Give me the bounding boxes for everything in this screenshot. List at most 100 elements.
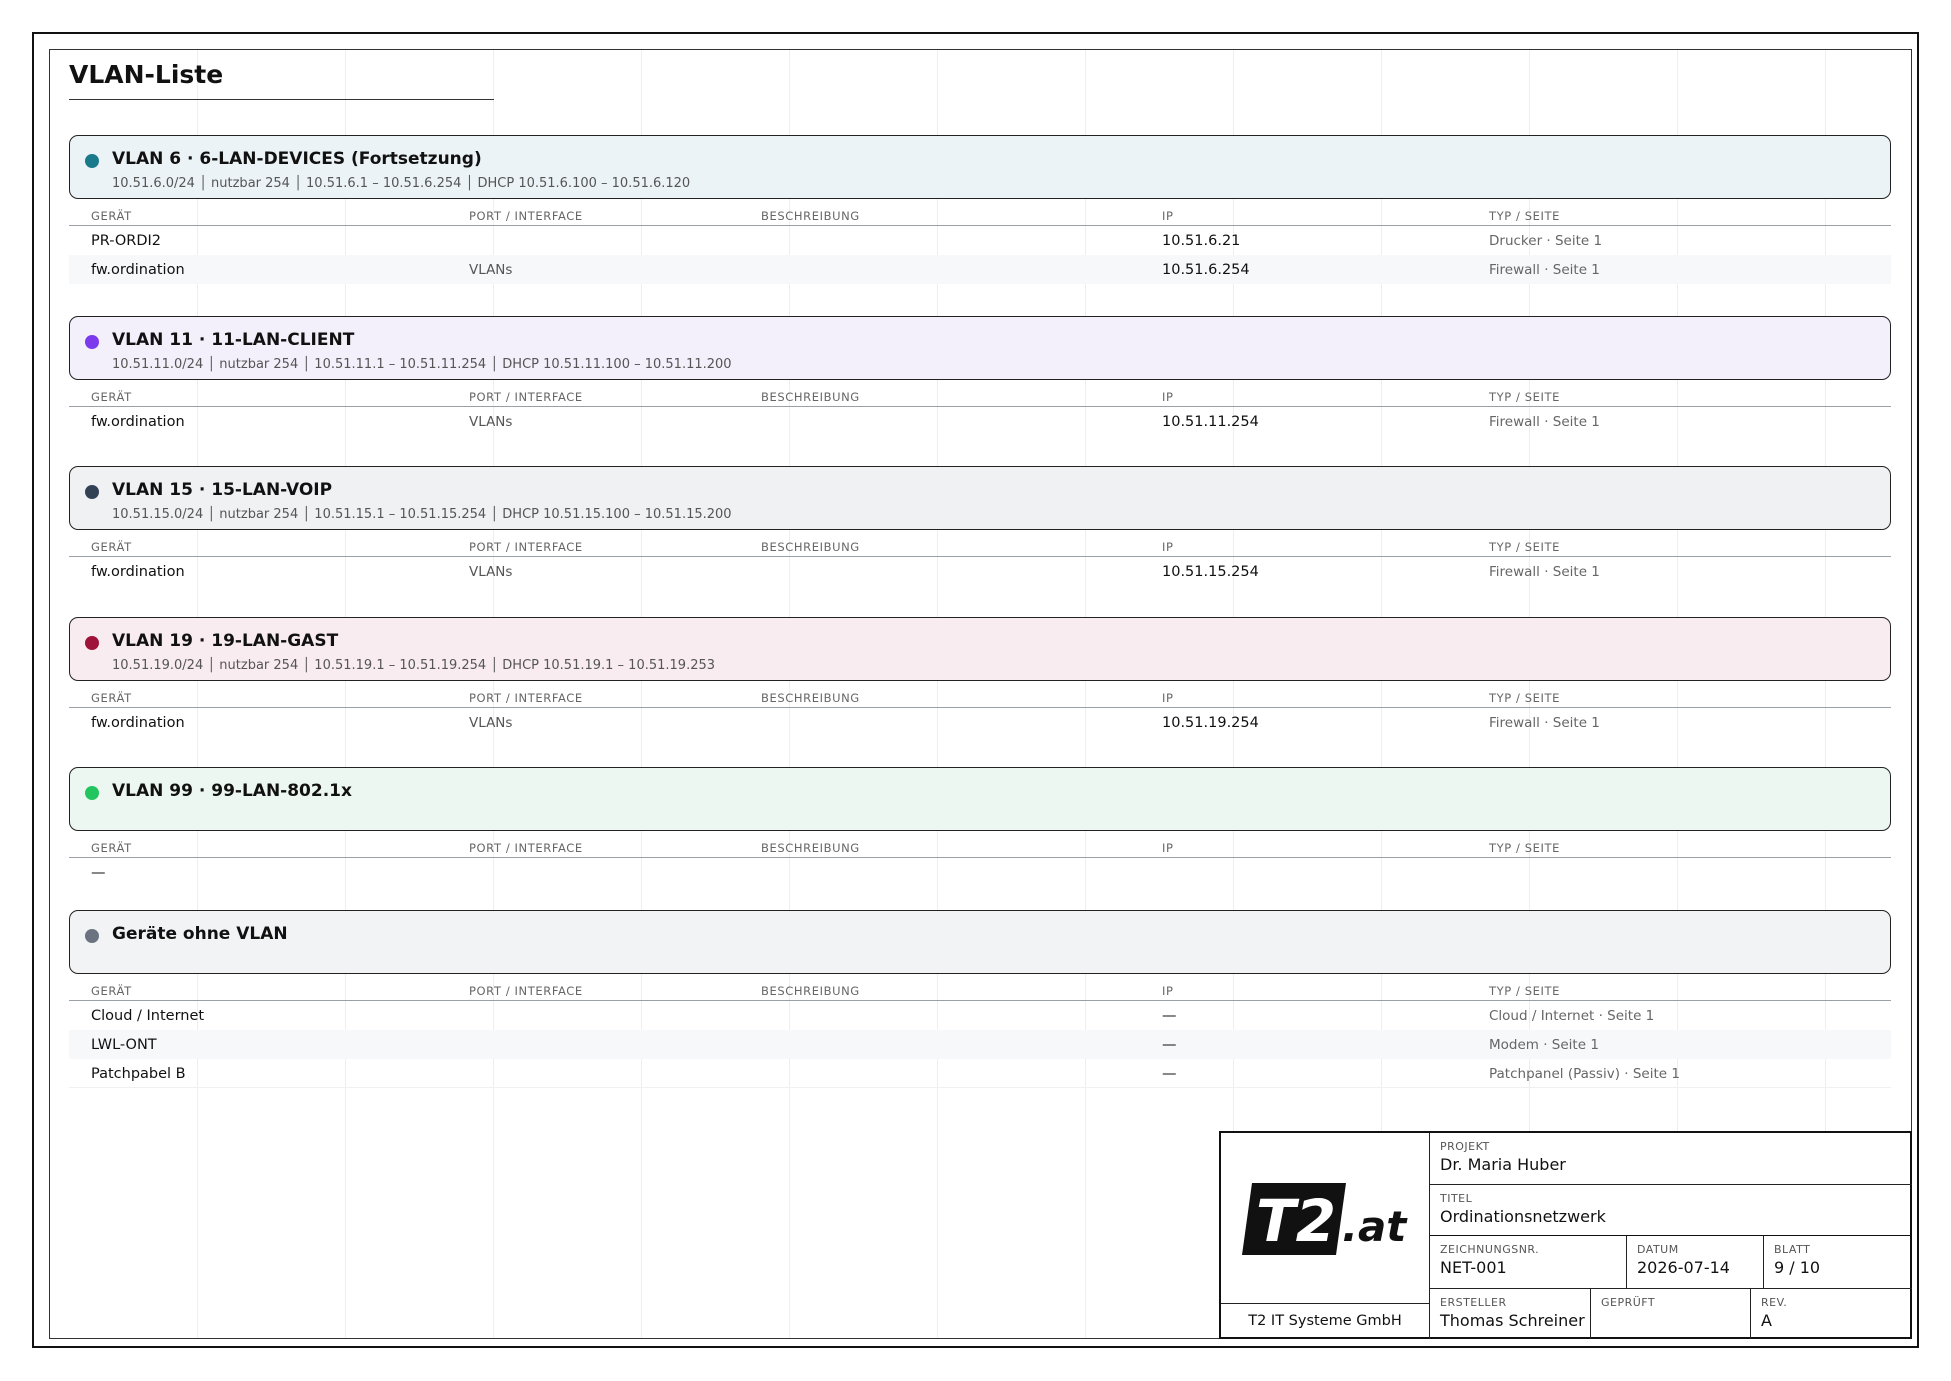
- cell-device: Cloud / Internet: [91, 1008, 205, 1024]
- cell-port: VLANs: [469, 262, 513, 278]
- t2-logo: T2 .at: [1242, 1183, 1408, 1255]
- cell-ip: —: [1162, 1008, 1177, 1024]
- table-row: Cloud / Internet — Cloud / Internet · Seit…: [69, 1001, 1891, 1030]
- column-header: BESCHREIBUNG: [761, 841, 860, 855]
- rev-cell: REV. A: [1751, 1289, 1912, 1339]
- vlan-section: VLAN 15 · 15-LAN-VOIP 10.51.15.0/24 │ nut…: [69, 466, 1891, 586]
- column-header: TYP / SEITE: [1489, 209, 1561, 223]
- title-block: T2 .at T2 IT Systeme GmbH PROJEKT Dr. Ma…: [1219, 1131, 1912, 1339]
- vlan-section: VLAN 99 · 99-LAN-802.1x GERÄT PORT / INTER…: [69, 767, 1891, 887]
- vlan-header-box: VLAN 99 · 99-LAN-802.1x: [69, 767, 1891, 831]
- column-header: TYP / SEITE: [1489, 390, 1561, 404]
- cell-ip: 10.51.6.21: [1162, 233, 1241, 249]
- zeichnungsnr-cell: ZEICHNUNGSNR. NET-001: [1430, 1236, 1627, 1289]
- table-row: fw.ordination VLANs 10.51.15.254 Firewall ·…: [69, 557, 1891, 586]
- vlan-color-dot-icon: [85, 335, 99, 349]
- cell-port: VLANs: [469, 414, 513, 430]
- cell-ip: 10.51.15.254: [1162, 564, 1259, 580]
- zeichnungsnr-label: ZEICHNUNGSNR.: [1440, 1243, 1540, 1256]
- vlan-header-box: VLAN 19 · 19-LAN-GAST 10.51.19.0/24 │ nut…: [69, 617, 1891, 681]
- column-header: GERÄT: [91, 540, 132, 554]
- title-underline: [69, 99, 494, 100]
- cell-ip: 10.51.19.254: [1162, 715, 1259, 731]
- table-header: GERÄT PORT / INTERFACE BESCHREIBUNG IP TYP /…: [69, 530, 1891, 557]
- vlan-subnet-info: 10.51.11.0/24 │ nutzbar 254 │ 10.51.11.1…: [112, 357, 732, 372]
- cell-type: Cloud / Internet · Seite 1: [1489, 1008, 1655, 1024]
- empty-marker: —: [91, 865, 106, 881]
- table-row: PR-ORDI2 10.51.6.21 Drucker · Seite 1: [69, 226, 1891, 255]
- cell-type: Drucker · Seite 1: [1489, 233, 1603, 249]
- column-header: GERÄT: [91, 984, 132, 998]
- cell-port: VLANs: [469, 715, 513, 731]
- cell-device: Patchpabel B: [91, 1066, 186, 1082]
- titel-label: TITEL: [1440, 1192, 1473, 1205]
- rev-label: REV.: [1761, 1296, 1788, 1309]
- column-header: BESCHREIBUNG: [761, 390, 860, 404]
- zeichnungsnr-value: NET-001: [1440, 1258, 1507, 1277]
- ersteller-cell: ERSTELLER Thomas Schreiner: [1430, 1289, 1591, 1339]
- vlan-section: VLAN 6 · 6-LAN-DEVICES (Fortsetzung) 10.5…: [69, 135, 1891, 284]
- table-header: GERÄT PORT / INTERFACE BESCHREIBUNG IP TYP /…: [69, 380, 1891, 407]
- column-header: PORT / INTERFACE: [469, 691, 583, 705]
- blatt-cell: BLATT 9 / 10: [1764, 1236, 1912, 1289]
- cell-type: Modem · Seite 1: [1489, 1037, 1599, 1053]
- vlan-color-dot-icon: [85, 636, 99, 650]
- cell-ip: —: [1162, 1037, 1177, 1053]
- column-header: PORT / INTERFACE: [469, 209, 583, 223]
- vlan-subnet-info: 10.51.15.0/24 │ nutzbar 254 │ 10.51.15.1…: [112, 507, 732, 522]
- vlan-title: VLAN 15 · 15-LAN-VOIP: [112, 480, 333, 500]
- table-header: GERÄT PORT / INTERFACE BESCHREIBUNG IP TYP /…: [69, 831, 1891, 858]
- column-header: IP: [1162, 390, 1174, 404]
- table-header: GERÄT PORT / INTERFACE BESCHREIBUNG IP TYP /…: [69, 974, 1891, 1001]
- vlan-title: Geräte ohne VLAN: [112, 924, 288, 944]
- cell-device: fw.ordination: [91, 564, 185, 580]
- cell-type: Patchpanel (Passiv) · Seite 1: [1489, 1066, 1680, 1082]
- table-row: LWL-ONT — Modem · Seite 1: [69, 1030, 1891, 1059]
- page-title: VLAN-Liste: [69, 60, 224, 89]
- column-header: IP: [1162, 540, 1174, 554]
- column-header: PORT / INTERFACE: [469, 390, 583, 404]
- vlan-title: VLAN 11 · 11-LAN-CLIENT: [112, 330, 355, 350]
- ersteller-value: Thomas Schreiner: [1440, 1311, 1585, 1330]
- vlan-color-dot-icon: [85, 929, 99, 943]
- cell-port: VLANs: [469, 564, 513, 580]
- cell-type: Firewall · Seite 1: [1489, 564, 1600, 580]
- projekt-cell: PROJEKT Dr. Maria Huber: [1430, 1133, 1912, 1185]
- geprueft-label: GEPRÜFT: [1601, 1296, 1656, 1309]
- cell-type: Firewall · Seite 1: [1489, 414, 1600, 430]
- column-header: TYP / SEITE: [1489, 540, 1561, 554]
- column-header: BESCHREIBUNG: [761, 984, 860, 998]
- cell-type: Firewall · Seite 1: [1489, 262, 1600, 278]
- vlan-header-box: Geräte ohne VLAN: [69, 910, 1891, 974]
- datum-label: DATUM: [1637, 1243, 1679, 1256]
- cell-device: LWL-ONT: [91, 1037, 157, 1053]
- cell-ip: 10.51.6.254: [1162, 262, 1250, 278]
- table-end-line: [69, 1087, 1891, 1088]
- logo-cell: T2 .at: [1221, 1133, 1430, 1303]
- column-header: PORT / INTERFACE: [469, 984, 583, 998]
- column-header: IP: [1162, 209, 1174, 223]
- vlan-title: VLAN 6 · 6-LAN-DEVICES (Fortsetzung): [112, 149, 482, 169]
- titel-cell: TITEL Ordinationsnetzwerk: [1430, 1185, 1912, 1236]
- column-header: TYP / SEITE: [1489, 691, 1561, 705]
- column-header: BESCHREIBUNG: [761, 540, 860, 554]
- vlan-subnet-info: 10.51.19.0/24 │ nutzbar 254 │ 10.51.19.1…: [112, 658, 716, 673]
- column-header: TYP / SEITE: [1489, 984, 1561, 998]
- cell-type: Firewall · Seite 1: [1489, 715, 1600, 731]
- cell-device: fw.ordination: [91, 414, 185, 430]
- column-header: BESCHREIBUNG: [761, 691, 860, 705]
- cell-device: PR-ORDI2: [91, 233, 162, 249]
- vlan-color-dot-icon: [85, 786, 99, 800]
- table-header: GERÄT PORT / INTERFACE BESCHREIBUNG IP TYP /…: [69, 199, 1891, 226]
- logo-text-t2: T2: [1256, 1187, 1336, 1255]
- geprueft-cell: GEPRÜFT: [1591, 1289, 1751, 1339]
- column-header: GERÄT: [91, 209, 132, 223]
- column-header: IP: [1162, 691, 1174, 705]
- table-row: fw.ordination VLANs 10.51.11.254 Firewall ·…: [69, 407, 1891, 436]
- blatt-value: 9 / 10: [1774, 1258, 1821, 1277]
- vlan-header-box: VLAN 15 · 15-LAN-VOIP 10.51.15.0/24 │ nut…: [69, 466, 1891, 530]
- vlan-section: Geräte ohne VLAN GERÄT PORT / INTERFACE BES…: [69, 910, 1891, 1088]
- empty-row: —: [69, 858, 1891, 887]
- projekt-label: PROJEKT: [1440, 1140, 1490, 1153]
- table-row: fw.ordination VLANs 10.51.19.254 Firewall ·…: [69, 708, 1891, 737]
